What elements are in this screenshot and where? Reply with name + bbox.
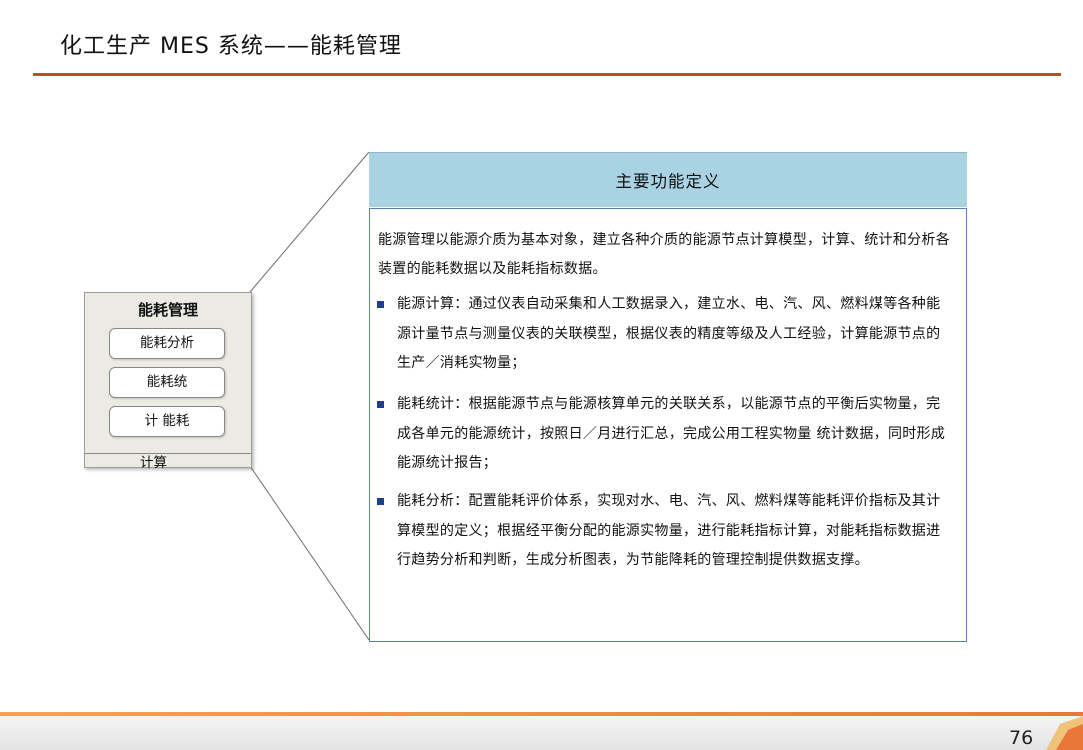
module-title: 能耗管理 — [137, 301, 198, 319]
bullet-energy-calculation: 能源计算：通过仪表自动采集和人工数据录入，建立水、电、汽、风、燃料煤等各种能源计… — [377, 290, 949, 379]
bullet-energy-statistics: 能耗统计：根据能源节点与能源核算单元的关联关系，以能源节点的平衡后实物量，完成各… — [377, 390, 949, 479]
square-bullet-icon — [377, 498, 384, 505]
callout-line-bottom — [249, 465, 370, 641]
panel-body: 能源管理以能源介质为基本对象，建立各种介质的能源节点计算模型，计算、统计和分析各… — [369, 208, 967, 642]
page-number: 76 — [1009, 727, 1034, 749]
module-item-energy-statistics[interactable]: 能耗统 — [109, 367, 225, 398]
module-item-energy-analysis[interactable]: 能耗分析 — [109, 328, 225, 359]
panel-heading-text: 主要功能定义 — [615, 172, 721, 191]
panel-heading: 主要功能定义 — [369, 152, 967, 207]
square-bullet-icon — [377, 301, 384, 308]
module-overflow-text: 计算 — [140, 455, 167, 471]
bullet-text: 能耗统计：根据能源节点与能源核算单元的关联关系，以能源节点的平衡后实物量，完成各… — [397, 396, 946, 471]
corner-swoosh-icon — [1046, 716, 1083, 750]
footer-band — [0, 712, 1083, 750]
module-box-energy-management: 能耗管理 能耗分析 能耗统 计 能耗 — [84, 292, 252, 468]
callout-line-top — [249, 151, 370, 293]
footer-rule — [0, 712, 1083, 716]
panel-intro: 能源管理以能源介质为基本对象，建立各种介质的能源节点计算模型，计算、统计和分析各… — [378, 232, 950, 277]
module-divider — [85, 453, 251, 454]
module-item-energy-calculation[interactable]: 计 能耗 — [109, 406, 225, 437]
square-bullet-icon — [377, 401, 384, 408]
bullet-text: 能耗分析：配置能耗评价体系，实现对水、电、汽、风、燃料煤等能耗评价指标及其计算模… — [397, 493, 941, 568]
bullet-text: 能源计算：通过仪表自动采集和人工数据录入，建立水、电、汽、风、燃料煤等各种能源计… — [397, 296, 941, 371]
bullet-energy-analysis: 能耗分析：配置能耗评价体系，实现对水、电、汽、风、燃料煤等能耗评价指标及其计算模… — [377, 487, 949, 576]
